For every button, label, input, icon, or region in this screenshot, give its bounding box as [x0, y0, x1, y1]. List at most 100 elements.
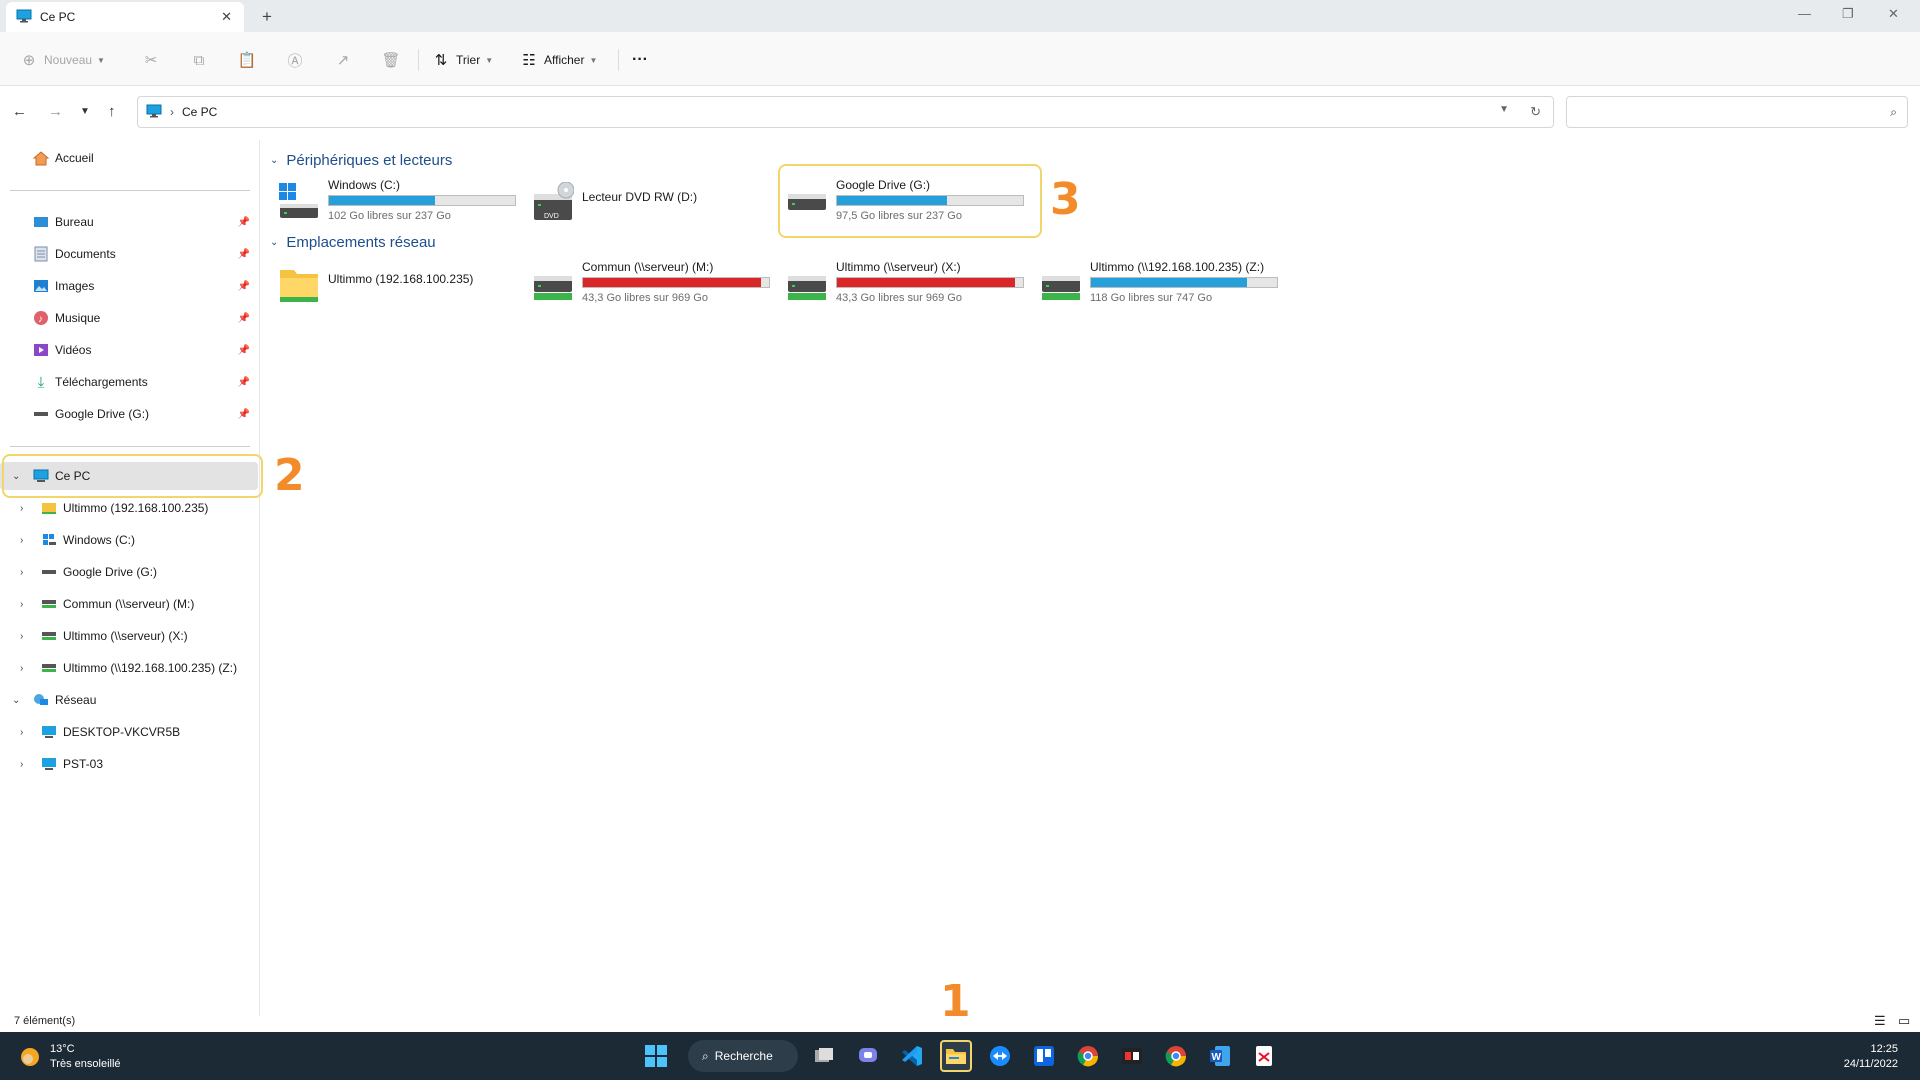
- pin-icon[interactable]: 📌: [238, 281, 250, 292]
- group-header-devices[interactable]: ⌄ Périphériques et lecteurs: [270, 152, 452, 169]
- copy-button[interactable]: ⧉: [190, 47, 208, 73]
- minimize-button[interactable]: —: [1798, 6, 1811, 21]
- sidebar-item-desktop-vkcvr5b[interactable]: › DESKTOP-VKCVR5B: [0, 718, 258, 746]
- sidebar-item-pictures[interactable]: Images 📌: [0, 272, 258, 300]
- pin-icon[interactable]: 📌: [238, 217, 250, 228]
- network-folder-icon: [40, 500, 58, 516]
- annotation-number: 3: [1050, 174, 1081, 225]
- up-arrow-icon[interactable]: ↑: [108, 103, 116, 120]
- network-tile-commun-m[interactable]: Commun (\\serveur) (M:) 43,3 Go libres s…: [530, 256, 776, 312]
- teams-chat-button[interactable]: [852, 1040, 884, 1072]
- sidebar-item-google-drive[interactable]: Google Drive (G:) 📌: [0, 400, 258, 428]
- search-input[interactable]: ⌕: [1566, 96, 1908, 128]
- network-tile-ultimmo-z[interactable]: Ultimmo (\\192.168.100.235) (Z:) 118 Go …: [1038, 256, 1284, 312]
- chrome-profile-button[interactable]: [1160, 1040, 1192, 1072]
- details-view-icon[interactable]: ☰: [1874, 1013, 1886, 1029]
- network-tile-ultimmo-folder[interactable]: Ultimmo (192.168.100.235): [276, 256, 522, 312]
- drive-tile-c[interactable]: Windows (C:) 102 Go libres sur 237 Go: [276, 174, 522, 230]
- sidebar-divider: [10, 190, 250, 191]
- chevron-right-icon[interactable]: ›: [20, 759, 23, 770]
- rename-button[interactable]: Ⓐ: [286, 47, 304, 73]
- taskbar-search[interactable]: ⌕ Recherche: [688, 1040, 798, 1072]
- sidebar-item-label: Musique: [55, 311, 101, 325]
- clipboard-icon: 📋: [237, 52, 257, 69]
- trello-button[interactable]: [1028, 1040, 1060, 1072]
- breadcrumb[interactable]: Ce PC: [182, 105, 217, 119]
- sort-button[interactable]: ⇅ Trier ▼: [432, 47, 493, 73]
- vscode-button[interactable]: [896, 1040, 928, 1072]
- sidebar-item-label: Réseau: [55, 693, 97, 707]
- more-options-button[interactable]: ···: [632, 47, 648, 73]
- chevron-down-icon[interactable]: ⌄: [12, 695, 20, 706]
- close-window-button[interactable]: ✕: [1888, 6, 1899, 22]
- chevron-right-icon[interactable]: ›: [20, 631, 23, 642]
- group-title: Périphériques et lecteurs: [286, 152, 453, 169]
- documents-icon: [32, 246, 50, 262]
- chrome-button[interactable]: [1072, 1040, 1104, 1072]
- drive-usage-bar: [582, 277, 770, 288]
- pin-icon[interactable]: 📌: [238, 313, 250, 324]
- chevron-right-icon[interactable]: ›: [20, 503, 23, 514]
- tab-ce-pc[interactable]: Ce PC ✕: [6, 2, 244, 32]
- sidebar-item-documents[interactable]: Documents 📌: [0, 240, 258, 268]
- snipping-tool-button[interactable]: [1248, 1040, 1280, 1072]
- chevron-down-icon: ▼: [589, 55, 598, 65]
- drive-free-space: 118 Go libres sur 747 Go: [1090, 292, 1213, 304]
- sidebar-item-music[interactable]: ♪ Musique 📌: [0, 304, 258, 332]
- maximize-button[interactable]: ❐: [1842, 6, 1854, 22]
- recent-locations-chevron-icon[interactable]: ▼: [80, 106, 90, 117]
- pin-icon[interactable]: 📌: [238, 345, 250, 356]
- new-button[interactable]: ⊕ Nouveau ▼: [20, 47, 105, 73]
- drive-usage-fill: [1091, 278, 1248, 287]
- cut-button[interactable]: ✂: [142, 47, 160, 73]
- chevron-right-icon[interactable]: ›: [20, 727, 23, 738]
- sidebar-item-label: Téléchargements: [55, 375, 148, 389]
- chevron-right-icon[interactable]: ›: [20, 663, 23, 674]
- address-dropdown-icon[interactable]: ▼: [1499, 104, 1509, 115]
- sidebar-item-commun-m[interactable]: › Commun (\\serveur) (M:): [0, 590, 258, 618]
- view-list-icon: ☷: [522, 52, 536, 69]
- sidebar-item-pst-03[interactable]: › PST-03: [0, 750, 258, 778]
- share-button[interactable]: ↗: [334, 47, 352, 73]
- close-tab-icon[interactable]: ✕: [221, 9, 232, 25]
- pin-icon[interactable]: 📌: [238, 377, 250, 388]
- back-arrow-icon[interactable]: ←: [12, 103, 27, 120]
- network-tile-ultimmo-x[interactable]: Ultimmo (\\serveur) (X:) 43,3 Go libres …: [784, 256, 1030, 312]
- pin-icon[interactable]: 📌: [238, 409, 250, 420]
- sidebar-item-desktop[interactable]: Bureau 📌: [0, 208, 258, 236]
- sidebar-item-downloads[interactable]: ⤓ Téléchargements 📌: [0, 368, 258, 396]
- refresh-icon[interactable]: ↻: [1530, 104, 1541, 120]
- start-button[interactable]: [640, 1040, 672, 1072]
- task-view-button[interactable]: [808, 1040, 840, 1072]
- system-clock[interactable]: 12:25 24/11/2022: [1844, 1042, 1898, 1072]
- vscode-icon: [902, 1046, 922, 1066]
- drive-tile-dvd[interactable]: DVD Lecteur DVD RW (D:): [530, 174, 776, 230]
- chevron-right-icon[interactable]: ›: [20, 599, 23, 610]
- word-button[interactable]: W: [1204, 1040, 1236, 1072]
- view-button[interactable]: ☷ Afficher ▼: [520, 47, 597, 73]
- sidebar-item-google-drive-g[interactable]: › Google Drive (G:): [0, 558, 258, 586]
- address-field[interactable]: › Ce PC ▼ ↻: [137, 96, 1554, 128]
- forward-arrow-icon[interactable]: →: [48, 103, 63, 120]
- sidebar-item-ultimmo-folder[interactable]: › Ultimmo (192.168.100.235): [0, 494, 258, 522]
- sidebar-item-ultimmo-x[interactable]: › Ultimmo (\\serveur) (X:): [0, 622, 258, 650]
- chevron-right-icon[interactable]: ›: [20, 567, 23, 578]
- sidebar-item-home[interactable]: Accueil: [0, 144, 258, 172]
- weather-widget[interactable]: 13°C Très ensoleillé: [18, 1042, 121, 1072]
- chevron-right-icon[interactable]: ›: [20, 535, 23, 546]
- large-icons-view-icon[interactable]: ▭: [1898, 1013, 1910, 1029]
- app-icon: [1122, 1048, 1142, 1064]
- delete-button[interactable]: 🗑: [381, 47, 400, 73]
- app-button[interactable]: [1116, 1040, 1148, 1072]
- group-header-network[interactable]: ⌄ Emplacements réseau: [270, 234, 436, 251]
- file-explorer-button[interactable]: [940, 1040, 972, 1072]
- sidebar-item-windows-c[interactable]: › Windows (C:): [0, 526, 258, 554]
- pin-icon[interactable]: 📌: [238, 249, 250, 260]
- sidebar-item-videos[interactable]: Vidéos 📌: [0, 336, 258, 364]
- teamviewer-button[interactable]: [984, 1040, 1016, 1072]
- sidebar-item-label: Images: [55, 279, 95, 293]
- sidebar-item-network[interactable]: ⌄ Réseau: [0, 686, 258, 714]
- paste-button[interactable]: 📋: [237, 47, 257, 73]
- new-tab-button[interactable]: +: [262, 7, 272, 27]
- sidebar-item-ultimmo-z[interactable]: › Ultimmo (\\192.168.100.235) (Z:): [0, 654, 258, 682]
